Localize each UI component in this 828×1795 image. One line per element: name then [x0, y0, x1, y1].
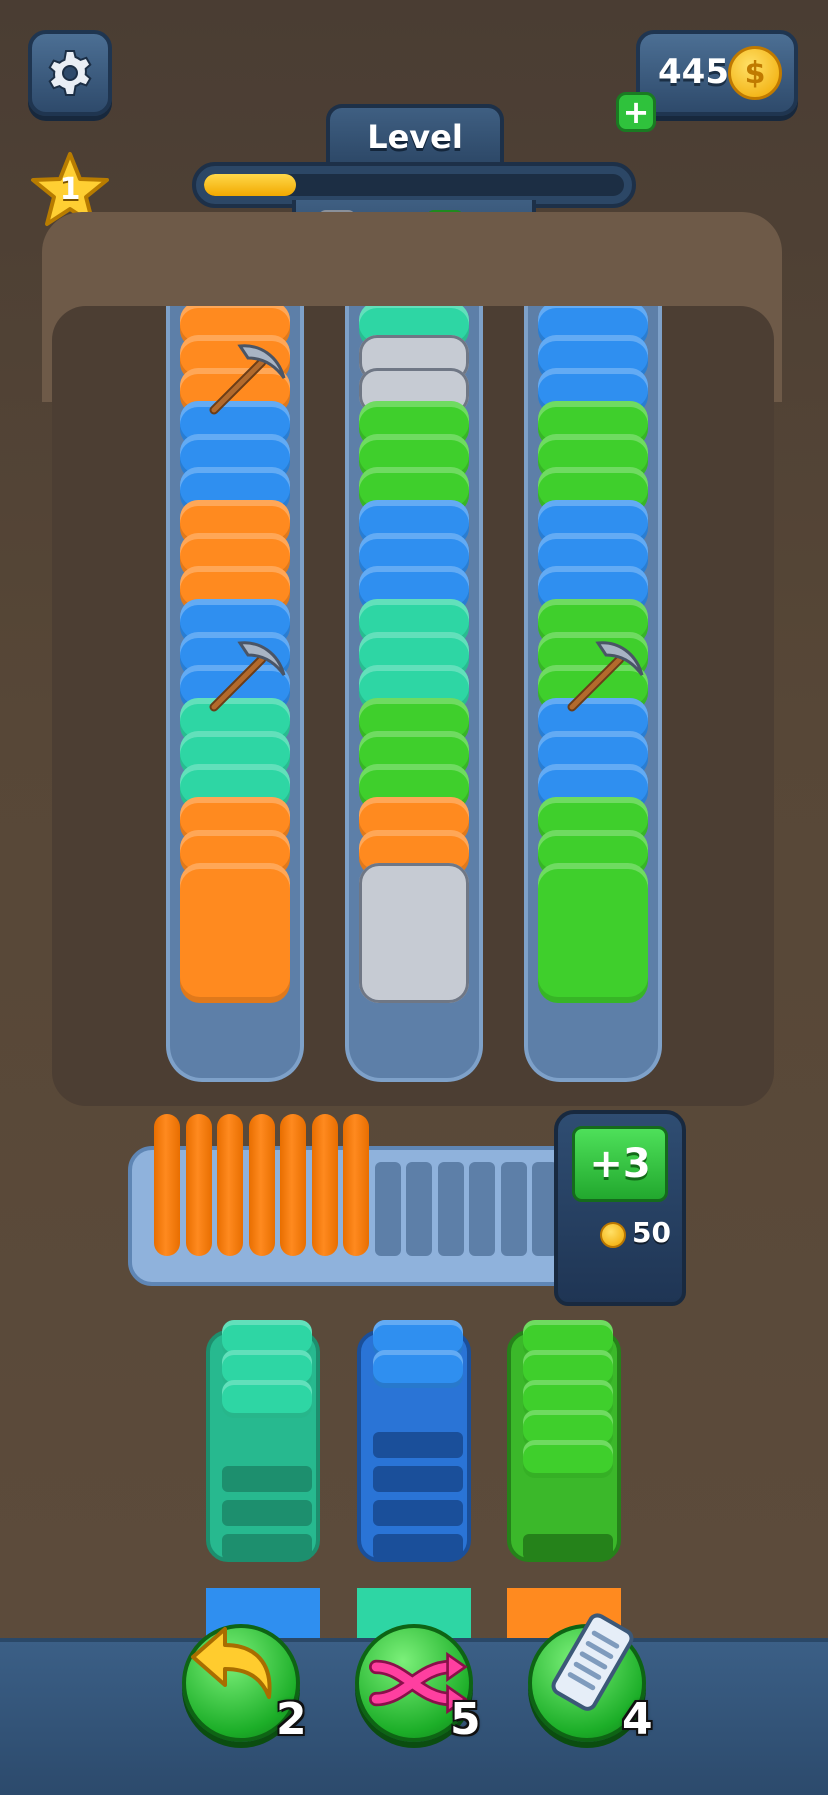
settings-button[interactable]: [28, 30, 112, 116]
buffer-block: [343, 1114, 369, 1256]
buffer-empty-slot: [469, 1162, 495, 1256]
add-coins-button[interactable]: +: [616, 92, 656, 132]
expand-price: 50: [632, 1216, 671, 1249]
orange-block: [180, 863, 290, 1003]
buffer-block: [217, 1114, 243, 1256]
pickaxe-icon: [200, 635, 290, 726]
pickaxe-icon: [200, 338, 290, 429]
star-count: 1: [59, 172, 81, 207]
buffer-empty-slot: [374, 1162, 401, 1256]
coin-icon: $: [728, 46, 782, 100]
gear-icon: [48, 50, 92, 96]
buffer-block: [311, 1114, 338, 1256]
level-tab: Level 171: [326, 104, 504, 194]
progress-fill: [204, 174, 297, 196]
coin-count: 445: [658, 52, 729, 92]
expand-buffer-button[interactable]: +3: [572, 1126, 668, 1202]
shuffle-count: 5: [450, 1694, 481, 1745]
collector-teal: [206, 1320, 320, 1562]
green-block: [538, 863, 648, 1003]
tube-2[interactable]: [345, 306, 483, 1082]
collector-empty-slot: [373, 1432, 463, 1458]
tube-2-contents: [359, 306, 469, 1066]
collector-empty-slot: [222, 1534, 312, 1560]
collector-empty-slot: [222, 1466, 312, 1492]
collector-block: [373, 1350, 463, 1388]
collector-empty-slot: [222, 1500, 312, 1526]
expand-buffer-panel: +3 50: [554, 1110, 686, 1306]
collector-block: [222, 1380, 312, 1418]
tube-1-contents: [180, 306, 290, 1066]
buffer-block: [185, 1114, 212, 1256]
collector-empty-slot: [523, 1534, 613, 1560]
buffer-block: [248, 1114, 275, 1256]
undo-arrow-icon: [191, 1627, 272, 1699]
undo-count: 2: [276, 1694, 307, 1745]
buffer-empty-slot: [500, 1162, 527, 1256]
buffer-block: [154, 1114, 180, 1256]
collector-blue: [357, 1320, 471, 1562]
buffer-block: [280, 1114, 306, 1256]
card-count: 4: [622, 1694, 653, 1745]
collector-empty-slot: [373, 1534, 463, 1560]
collector-empty-slot: [373, 1466, 463, 1492]
coin-icon: [600, 1222, 626, 1248]
stone-block: [359, 863, 469, 1003]
progress-track: [204, 174, 624, 196]
collector-green: [507, 1320, 621, 1562]
tube-3[interactable]: [524, 306, 662, 1082]
collector-empty-slot: [373, 1500, 463, 1526]
pickaxe-icon: [558, 635, 648, 726]
tube-1[interactable]: [166, 306, 304, 1082]
buffer-empty-slot: [437, 1162, 464, 1256]
tube-3-contents: [538, 306, 648, 1066]
coin-counter: 445 $: [636, 30, 798, 116]
collector-block: [523, 1440, 613, 1478]
buffer-empty-slot: [406, 1162, 432, 1256]
